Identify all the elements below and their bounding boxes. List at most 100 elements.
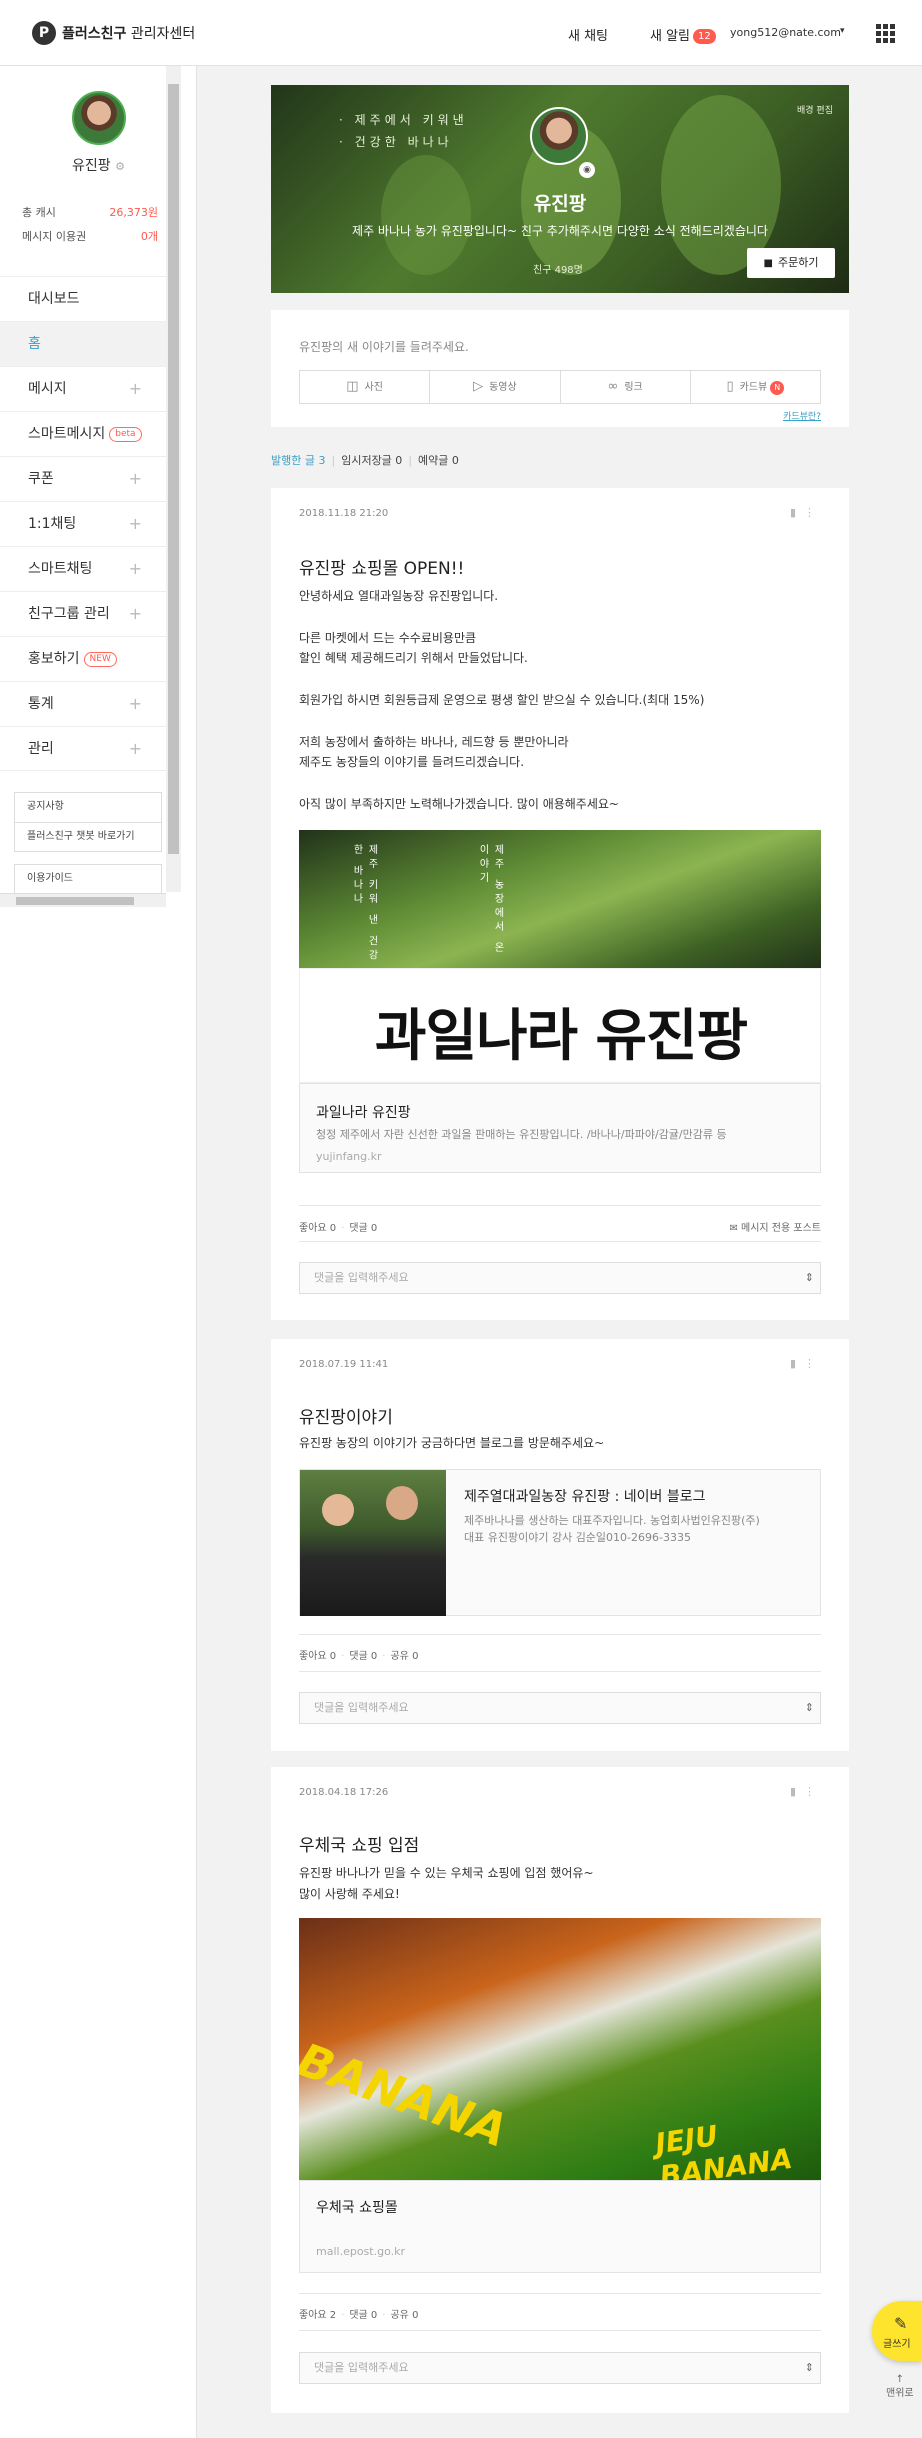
link-preview[interactable]: 우체국 쇼핑몰 mall.epost.go.kr (299, 2180, 821, 2273)
profile-cover: · 제주에서 키워낸 · 건강한 바나나 배경 편집 ◉ 유진팡 제주 바나나 농… (271, 85, 849, 293)
link-preview[interactable]: 제주열대과일농장 유진팡 : 네이버 블로그 제주바나나를 생산하는 대표주자입… (299, 1469, 821, 1616)
user-email-menu[interactable]: yong512@nate.com (730, 26, 841, 39)
post-title: 유진팡이야기 (299, 1408, 393, 1428)
plus-icon[interactable]: + (129, 547, 142, 591)
scheduled-tab[interactable]: 예약글 0 (418, 454, 459, 467)
chatbot-link[interactable]: 플러스친구 챗봇 바로가기 (14, 822, 162, 852)
more-icon[interactable]: ⋮ (804, 1357, 823, 1370)
sidebar-item-stats[interactable]: 통계 + (0, 681, 166, 726)
sidebar-item-dashboard[interactable]: 대시보드 (0, 276, 166, 321)
beta-badge: beta (109, 427, 142, 442)
sidebar-item-home[interactable]: 홈 (0, 321, 166, 366)
image-text-left: 제주 키워 낸 건강한 바나나 (351, 844, 377, 964)
sidebar-item-friend-group[interactable]: 친구그룹 관리 + (0, 591, 166, 636)
stats-icon[interactable]: ▮ (790, 506, 804, 519)
arrow-up-icon: ↑ (895, 2374, 904, 2385)
channel-name: 유진팡 (533, 193, 587, 215)
plus-icon[interactable]: + (129, 727, 142, 771)
photo-button[interactable]: ◫ 사진 (300, 371, 431, 403)
draft-tab[interactable]: 임시저장글 0 (341, 454, 402, 467)
comment-input[interactable]: 댓글을 입력해주세요 (299, 1692, 821, 1724)
post-image[interactable]: 제주 키워 낸 건강한 바나나 제주 농장에서 온 이야기 (299, 830, 821, 968)
divider (299, 1634, 821, 1635)
write-label: 글쓰기 (883, 2339, 911, 2350)
divider (299, 1671, 821, 1672)
comment-count[interactable]: 댓글 0 (349, 2310, 377, 2321)
video-button[interactable]: ▷ 동영상 (430, 371, 561, 403)
play-icon: ▷ (473, 379, 484, 394)
stats-icon[interactable]: ▮ (790, 1785, 804, 1798)
cover-edit-link[interactable]: 배경 편집 (797, 103, 833, 116)
voucher-value[interactable]: 0개 (141, 228, 158, 244)
like-count[interactable]: 좋아요 2 (299, 2310, 336, 2321)
comment-count[interactable]: 댓글 0 (349, 1651, 377, 1662)
more-icon[interactable]: ⋮ (804, 506, 823, 519)
cover-avatar[interactable] (530, 107, 588, 165)
post-image[interactable]: BANANA JEJU BANANA (299, 1918, 821, 2180)
sidebar-item-manage[interactable]: 관리 + (0, 726, 166, 771)
plus-icon[interactable]: + (129, 682, 142, 726)
plus-icon[interactable]: + (129, 502, 142, 546)
chevron-down-icon[interactable]: ▾ (840, 26, 845, 36)
write-post-button[interactable]: ✎ 글쓰기 (872, 2301, 922, 2361)
post-card: 2018.07.19 11:41 ▮⋮ 유진팡이야기 유진팡 농장의 이야기가 … (271, 1339, 849, 1751)
guide-link[interactable]: 이용가이드 (14, 864, 162, 894)
comment-count[interactable]: 댓글 0 (349, 1223, 377, 1234)
sidebar-scrollbar[interactable] (166, 66, 181, 892)
comment-input[interactable]: 댓글을 입력해주세요 (299, 2352, 821, 2384)
sidebar-horizontal-scrollbar[interactable] (0, 893, 166, 907)
new-chat-link[interactable]: 새 채팅 (568, 25, 608, 44)
share-count[interactable]: 공유 0 (390, 2310, 418, 2321)
post-date: 2018.07.19 11:41 (299, 1359, 389, 1370)
apps-grid-icon[interactable] (876, 24, 895, 43)
compose-input[interactable]: 유진팡의 새 이야기를 들려주세요. (299, 338, 469, 355)
profile-avatar[interactable] (72, 91, 126, 145)
box-text-jeju-banana: JEJU BANANA (653, 2119, 795, 2180)
divider (299, 2330, 821, 2331)
notice-link[interactable]: 공지사항 (14, 792, 162, 822)
comment-input[interactable]: 댓글을 입력해주세요 (299, 1262, 821, 1294)
published-tab[interactable]: 발행한 글 3 (271, 454, 325, 467)
cash-value[interactable]: 26,373원 (109, 204, 158, 220)
sidebar-item-chat[interactable]: 1:1채팅 + (0, 501, 166, 546)
logo-title[interactable]: 플러스친구 관리자센터 (62, 23, 195, 43)
stats-icon[interactable]: ▮ (790, 1357, 804, 1370)
link-preview[interactable]: 과일나라 유진팡 청정 제주에서 자란 신선한 과일을 판매하는 유진팡입니다.… (299, 1083, 821, 1173)
post-title: 유진팡 쇼핑몰 OPEN!! (299, 559, 465, 579)
sidebar-item-promotion[interactable]: 홍보하기 NEW (0, 636, 166, 681)
camera-icon[interactable]: ◉ (579, 162, 595, 178)
pencil-icon: ✎ (894, 2314, 908, 2333)
post-body: 유진팡 바나나가 믿을 수 있는 우체국 쇼핑에 입점 했어유~ 많이 사랑해 … (299, 1866, 594, 1901)
plus-icon[interactable]: + (129, 592, 142, 636)
post-counts: 좋아요 2 · 댓글 0 · 공유 0 (299, 2310, 419, 2321)
link-title: 우체국 쇼핑몰 (316, 2200, 398, 2216)
plus-icon[interactable]: + (129, 367, 142, 411)
scroll-top-button[interactable]: ↑ 맨위로 (886, 2373, 914, 2401)
link-description: 청정 제주에서 자란 신선한 과일을 판매하는 유진팡입니다. /바나나/파파야… (316, 1128, 727, 1141)
post-actions: ▮⋮ (790, 1785, 823, 1798)
cardview-help-link[interactable]: 카드뷰란? (783, 409, 821, 422)
like-count[interactable]: 좋아요 0 (299, 1223, 336, 1234)
compose-toolbar: ◫ 사진 ▷ 동영상 ∞ 링크 ▯ 카드뷰 N (299, 370, 821, 404)
cardview-button[interactable]: ▯ 카드뷰 N (691, 371, 820, 403)
sidebar-item-smart-message[interactable]: 스마트메시지 beta (0, 411, 166, 456)
cash-label: 총 캐시 (22, 206, 56, 219)
link-icon: ∞ (607, 379, 619, 394)
share-count[interactable]: 공유 0 (390, 1651, 418, 1662)
settings-icon[interactable]: ⚙ (115, 160, 125, 173)
post-actions: ▮⋮ (790, 1357, 823, 1370)
sidebar-item-smart-chat[interactable]: 스마트채팅 + (0, 546, 166, 591)
new-alert-link[interactable]: 새 알림 12 (650, 25, 716, 44)
voucher-label: 메시지 이용권 (22, 230, 87, 243)
fruit-logo-text: 과일나라 유진팡 (374, 1004, 748, 1069)
order-button[interactable]: 주문하기 (747, 248, 835, 278)
blog-thumbnail (300, 1470, 446, 1616)
link-preview-image[interactable]: 과일나라 유진팡 (299, 968, 821, 1083)
more-icon[interactable]: ⋮ (804, 1785, 823, 1798)
sidebar-item-message[interactable]: 메시지 + (0, 366, 166, 411)
link-button[interactable]: ∞ 링크 (561, 371, 691, 403)
sidebar-item-coupon[interactable]: 쿠폰 + (0, 456, 166, 501)
plus-icon[interactable]: + (129, 457, 142, 501)
like-count[interactable]: 좋아요 0 (299, 1651, 336, 1662)
logo-icon[interactable]: P (32, 21, 56, 45)
